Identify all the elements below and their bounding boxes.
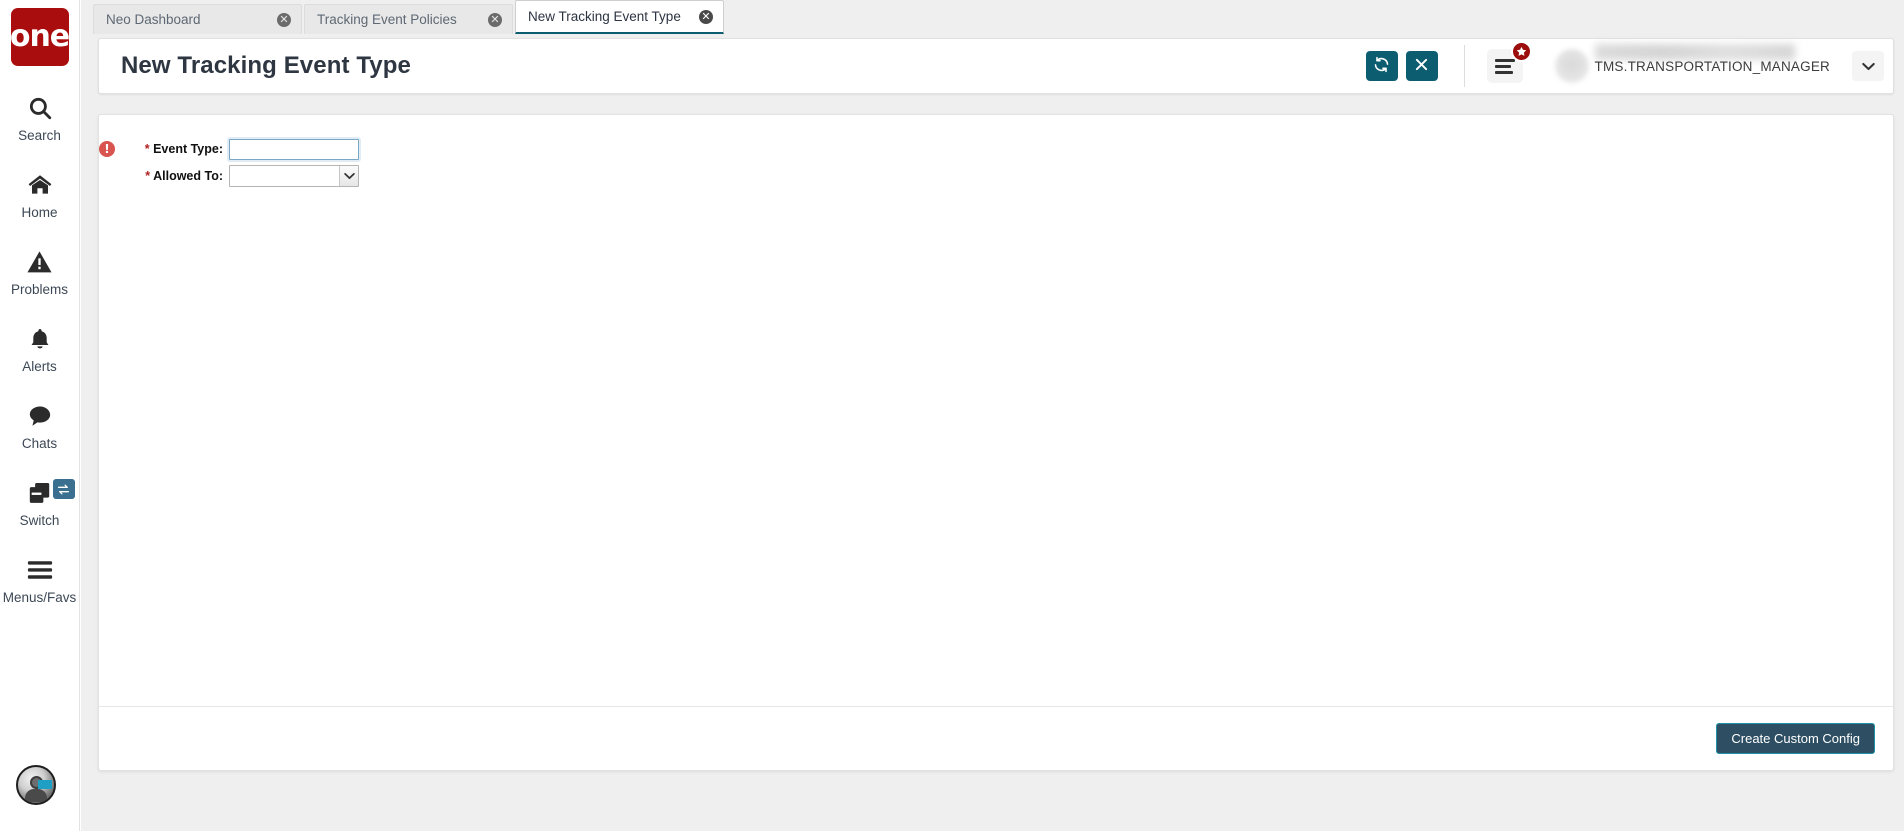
left-sidebar: one Search Home Problems Alerts Chats Sw… — [0, 0, 80, 831]
refresh-button[interactable] — [1365, 51, 1398, 81]
refresh-icon — [1373, 56, 1390, 76]
close-page-button[interactable] — [1405, 51, 1438, 81]
sidebar-item-label: Menus/Favs — [2, 590, 77, 605]
allowed-to-select[interactable] — [229, 165, 359, 187]
sidebar-item-search[interactable]: Search — [0, 92, 80, 143]
field-label-text: Event Type: — [153, 142, 223, 156]
sidebar-item-alerts[interactable]: Alerts — [0, 323, 80, 374]
header-divider — [1463, 45, 1465, 87]
home-icon — [23, 169, 57, 201]
sidebar-user-avatar[interactable] — [16, 765, 56, 805]
tab-label: Tracking Event Policies — [317, 12, 457, 27]
sidebar-item-label: Problems — [10, 282, 69, 297]
required-error-icon: ! — [99, 141, 115, 157]
close-circle-icon[interactable]: ✕ — [277, 12, 291, 27]
chevron-down-icon — [1861, 59, 1875, 74]
chat-bubble-icon — [23, 400, 57, 432]
sidebar-item-switch[interactable]: Switch — [0, 477, 80, 528]
tab-bar: Neo Dashboard ✕ Tracking Event Policies … — [81, 0, 1904, 34]
required-star: * — [145, 169, 151, 183]
required-star: * — [144, 142, 150, 156]
close-circle-icon[interactable]: ✕ — [488, 12, 502, 27]
header-user-avatar[interactable] — [1554, 49, 1589, 83]
content-panel: ! * Event Type: ! * Allowed To: — [98, 114, 1894, 771]
form-row-allowed-to: ! * Allowed To: — [99, 164, 1893, 188]
allowed-to-select-wrapper — [229, 165, 359, 187]
brand-logo[interactable]: one — [10, 8, 70, 66]
star-icon — [1510, 41, 1532, 62]
user-menu-button[interactable] — [1852, 51, 1884, 81]
sidebar-item-menus-favs[interactable]: Menus/Favs — [0, 554, 80, 605]
tab-tracking-event-policies[interactable]: Tracking Event Policies ✕ — [304, 4, 513, 34]
menu-lines-icon — [1494, 56, 1515, 77]
field-label-text: Allowed To: — [153, 169, 223, 183]
event-type-label: * Event Type: — [121, 142, 229, 156]
sidebar-item-problems[interactable]: Problems — [0, 246, 80, 297]
form-row-event-type: ! * Event Type: — [99, 136, 1893, 162]
tab-label: New Tracking Event Type — [528, 9, 681, 24]
sidebar-item-home[interactable]: Home — [0, 169, 80, 220]
windows-stack-icon — [23, 477, 57, 509]
menu-favorites-button[interactable] — [1486, 41, 1532, 83]
sidebar-item-chats[interactable]: Chats — [0, 400, 80, 451]
avatar-accent — [38, 780, 52, 789]
search-icon — [23, 92, 57, 124]
hamburger-icon — [23, 554, 57, 586]
sidebar-item-label: Switch — [19, 513, 60, 528]
page-header: New Tracking Event Type TMS.TRANSPORTATI… — [98, 38, 1894, 94]
user-block: TMS.TRANSPORTATION_MANAGER — [1594, 44, 1830, 86]
warning-triangle-icon — [23, 246, 57, 278]
form-area: ! * Event Type: ! * Allowed To: — [99, 115, 1893, 706]
event-type-input[interactable] — [227, 136, 361, 162]
tab-label: Neo Dashboard — [106, 12, 201, 27]
bell-icon — [23, 323, 57, 355]
sidebar-item-label: Home — [21, 205, 58, 220]
allowed-to-label: * Allowed To: — [121, 169, 229, 183]
close-circle-icon[interactable]: ✕ — [699, 9, 713, 24]
close-x-icon — [1414, 57, 1429, 75]
tab-new-tracking-event-type[interactable]: New Tracking Event Type ✕ — [515, 0, 724, 34]
create-custom-config-button[interactable]: Create Custom Config — [1716, 723, 1875, 754]
swap-arrows-icon[interactable] — [52, 479, 75, 499]
page-title: New Tracking Event Type — [121, 52, 411, 79]
page-body: New Tracking Event Type TMS.TRANSPORTATI… — [81, 34, 1904, 831]
tab-neo-dashboard[interactable]: Neo Dashboard ✕ — [93, 4, 302, 34]
user-name: TMS.TRANSPORTATION_MANAGER — [1594, 58, 1830, 74]
avatar-body — [25, 789, 47, 802]
sidebar-item-label: Alerts — [22, 359, 57, 374]
sidebar-item-label: Search — [18, 128, 61, 143]
sidebar-item-label: Chats — [21, 436, 58, 451]
panel-footer: Create Custom Config — [99, 706, 1893, 770]
